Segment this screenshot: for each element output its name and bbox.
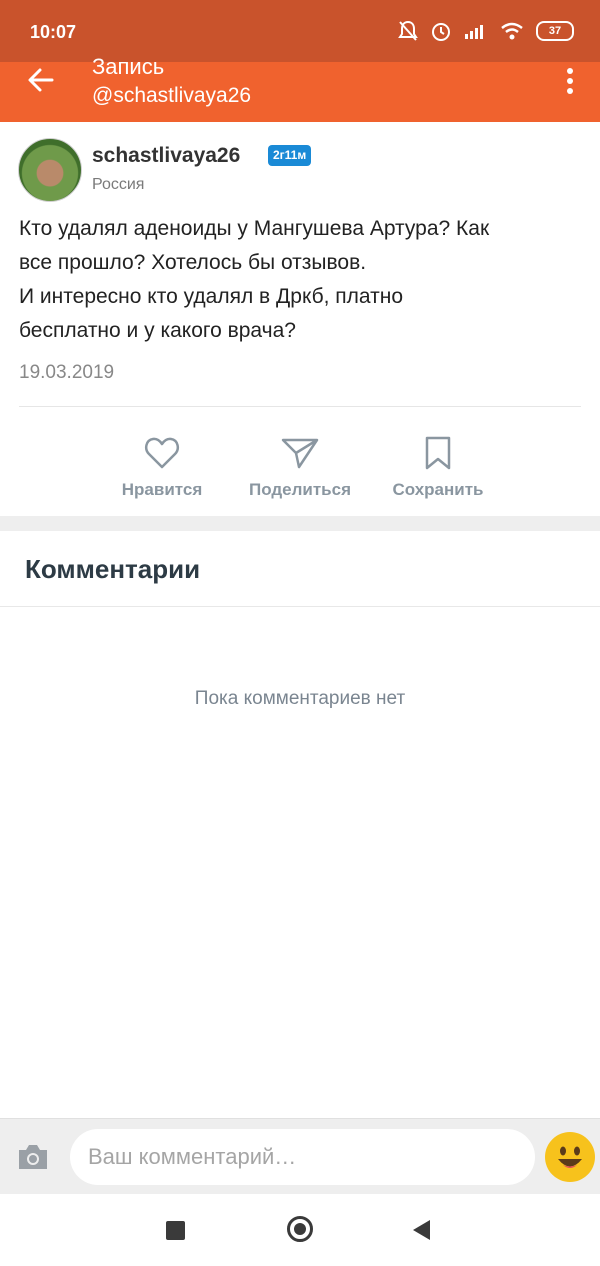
mute-bell-icon [398, 20, 418, 41]
more-dot [567, 78, 573, 84]
post-text-line: все прошло? Хотелось бы отзывов. [19, 251, 367, 274]
author-location: Россия [92, 176, 145, 193]
post-date: 19.03.2019 [19, 362, 115, 383]
back-button[interactable] [22, 62, 62, 102]
more-vertical-icon [567, 68, 573, 74]
home-button[interactable] [287, 1216, 313, 1242]
more-options-button[interactable] [560, 68, 580, 98]
recents-button[interactable] [166, 1221, 185, 1240]
camera-icon [19, 1145, 47, 1169]
status-bar: 10:07 37 [0, 0, 600, 62]
divider [19, 406, 581, 407]
share-label: Поделиться [248, 480, 352, 499]
system-nav-bar [0, 1194, 600, 1266]
bookmark-icon [425, 436, 451, 470]
more-dot [567, 88, 573, 94]
page-subtitle: @schastlivaya26 [92, 84, 252, 107]
heart-icon [144, 437, 180, 469]
paper-plane-icon [281, 438, 319, 469]
comments-empty-state: Пока комментариев нет [194, 688, 406, 709]
status-icons: 37 [398, 20, 574, 42]
save-label: Сохранить [392, 480, 484, 499]
signal-icon [465, 25, 483, 39]
comments-title: Комментарии [25, 554, 201, 584]
comment-input-bar [0, 1118, 600, 1195]
system-back-button[interactable] [413, 1220, 430, 1240]
divider [0, 606, 600, 607]
section-separator [0, 516, 600, 531]
like-button[interactable]: Нравится [92, 436, 232, 500]
share-button[interactable]: Поделиться [230, 436, 370, 500]
avatar[interactable] [18, 138, 82, 202]
app-bar: Запись @schastlivaya26 [0, 54, 600, 122]
post-text-line: бесплатно и у какого врача? [19, 319, 296, 342]
status-time: 10:07 [30, 22, 77, 42]
like-label: Нравится [121, 480, 203, 499]
smiley-icon [546, 1133, 594, 1181]
battery-indicator: 37 [536, 21, 574, 41]
wifi-icon [501, 22, 523, 40]
arrow-left-icon [28, 68, 54, 92]
page-title: Запись [92, 54, 165, 79]
author-name[interactable]: schastlivaya26 [92, 144, 240, 168]
author-badge: 2г11м [268, 145, 312, 166]
post-actions: Нравится Поделиться Сохранить [0, 436, 600, 512]
post-text: Кто удалял аденоиды у Мангушева Артура? … [19, 212, 584, 348]
alarm-icon [432, 23, 450, 41]
post-text-line: И интересно кто удалял в Дркб, платно [19, 285, 404, 308]
comment-input[interactable] [70, 1129, 535, 1185]
emoji-button[interactable] [545, 1132, 595, 1182]
post-text-line: Кто удалял аденоиды у Мангушева Артура? … [19, 217, 490, 240]
camera-button[interactable] [16, 1142, 50, 1172]
save-button[interactable]: Сохранить [368, 436, 508, 500]
